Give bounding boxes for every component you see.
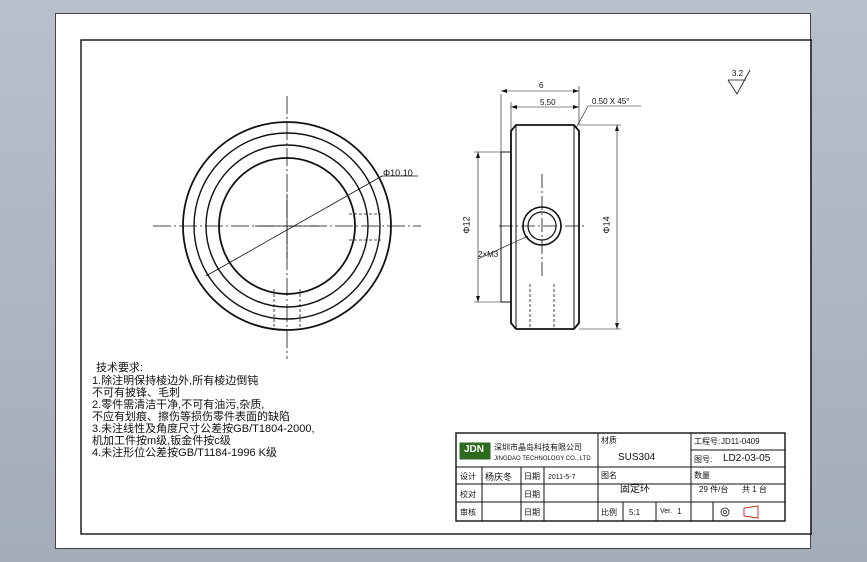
date-label: 日期 bbox=[524, 508, 540, 517]
dim-thread: 2×M3 bbox=[478, 250, 499, 259]
side-view bbox=[474, 86, 641, 330]
version-value: 1 bbox=[677, 507, 682, 516]
dim-bore-dia: Φ10.10 bbox=[383, 168, 413, 178]
tech-note-line: 3.未注线性及角度尺寸公差按GB/T1804-2000, bbox=[92, 423, 315, 435]
date-label: 日期 bbox=[524, 472, 540, 481]
material-label: 材质 bbox=[601, 436, 617, 445]
sets-value: 共 1 台 bbox=[742, 485, 767, 494]
drawing-no-value: LD2-03-05 bbox=[723, 453, 771, 464]
designer-value: 杨庆冬 bbox=[485, 472, 513, 482]
version-label: Ver. bbox=[660, 508, 673, 515]
date-label: 日期 bbox=[524, 490, 540, 499]
dim-width-overall: 6 bbox=[539, 81, 544, 90]
dim-chamfer: 0.50 X 45° bbox=[592, 97, 630, 106]
quantity-value: 29 件/台 bbox=[699, 485, 729, 494]
tech-notes-title: 技术要求: bbox=[96, 362, 144, 374]
dim-dia-14: Φ14 bbox=[601, 216, 612, 234]
tech-note-line: 4.未注形位公差按GB/T1184-1996 K级 bbox=[92, 447, 278, 459]
scale-label: 比例 bbox=[601, 508, 617, 517]
approver-label: 审核 bbox=[460, 508, 476, 517]
drawing-no-label: 图号: bbox=[694, 455, 713, 464]
part-name-label: 图名 bbox=[601, 471, 617, 480]
scale-value: 5:1 bbox=[629, 508, 641, 517]
drawing-sheet: 6 5.50 0.50 X 45° Φ10.10 Φ12 Φ14 2×M3 3.… bbox=[55, 13, 812, 549]
tech-note-line: 1.除注明保持棱边外,所有棱边倒钝 bbox=[92, 375, 259, 387]
front-view bbox=[153, 96, 421, 359]
roughness-value: 3.2 bbox=[732, 69, 744, 78]
project-no-label: 工程号: bbox=[694, 437, 721, 446]
company-name-en: JINGDAO TECHNOLOGY CO., LTD bbox=[494, 456, 591, 462]
cad-viewport[interactable]: 6 5.50 0.50 X 45° Φ10.10 Φ12 Φ14 2×M3 3.… bbox=[0, 0, 867, 562]
date-value: 2011-5-7 bbox=[548, 474, 576, 481]
part-name-value: 固定环 bbox=[620, 484, 650, 495]
dim-width-inner: 5.50 bbox=[540, 98, 556, 107]
tech-note-line: 机加工件按m级,钣金件按c级 bbox=[92, 435, 231, 447]
tech-note-line: 2.零件需清洁干净,不可有油污,杂质, bbox=[92, 399, 265, 411]
checker-label: 校对 bbox=[460, 490, 476, 499]
dim-dia-12: Φ12 bbox=[461, 216, 472, 234]
tech-note-line: 不可有披锋、毛刺 bbox=[92, 387, 180, 399]
designer-label: 设计 bbox=[460, 472, 476, 481]
project-no-value: JD11-0409 bbox=[721, 437, 760, 446]
material-value: SUS304 bbox=[618, 452, 656, 463]
tech-note-line: 不应有划痕、擦伤等损伤零件表面的缺陷 bbox=[92, 411, 290, 423]
quantity-label: 数量 bbox=[694, 471, 710, 480]
company-logo: JDN bbox=[464, 444, 485, 455]
